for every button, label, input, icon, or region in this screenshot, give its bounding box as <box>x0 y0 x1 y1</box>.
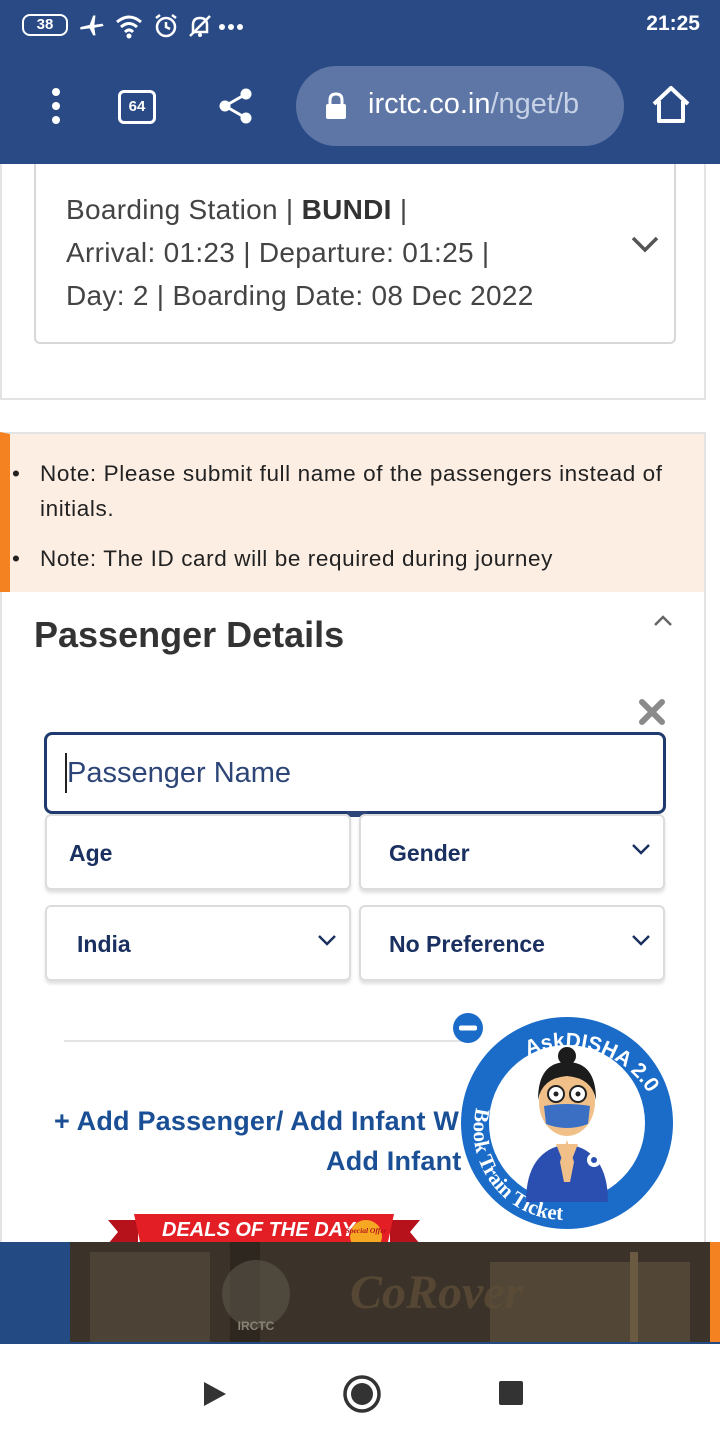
notifications-off-icon <box>189 15 211 37</box>
passenger-name-input[interactable]: Passenger Name <box>44 732 666 817</box>
age-label: Age <box>69 840 113 866</box>
more-notifications-icon <box>219 24 243 30</box>
boarding-station-prefix: Boarding Station | <box>66 194 302 225</box>
boarding-section: Boarding Station | BUNDI | Arrival: 01:2… <box>0 164 706 400</box>
browser-toolbar: 64 irctc.co.in/nget/b <box>0 52 720 164</box>
clock: 21:25 <box>646 12 700 35</box>
corover-watermark: CoRover <box>350 1266 525 1319</box>
recents-icon[interactable] <box>498 1380 524 1406</box>
askdisha-chatbot-button[interactable]: AskDISHA 2.0 Book Train Ticket <box>453 1012 678 1234</box>
arrival-departure-line: Arrival: 01:23 | Departure: 01:25 | <box>66 237 490 268</box>
chevron-up-icon[interactable] <box>652 614 674 628</box>
banner-edge <box>710 1242 720 1342</box>
special-offer-text: Special Offer <box>346 1226 387 1235</box>
askdisha-badge: AskDISHA 2.0 Book Train Ticket <box>461 1017 673 1229</box>
irctc-logo-text: IRCTC <box>238 1319 275 1333</box>
url-host: irctc.co.in <box>368 88 491 120</box>
promo-banner[interactable]: IRCTC CoRover <box>0 1242 720 1344</box>
back-icon[interactable] <box>202 1380 228 1408</box>
nationality-value: India <box>77 931 131 957</box>
battery-indicator: 38 <box>22 14 68 36</box>
url-path: /nget/b <box>490 88 580 120</box>
berth-preference-value: No Preference <box>389 931 545 957</box>
passenger-name-placeholder: Passenger Name <box>67 757 292 789</box>
address-bar[interactable]: irctc.co.in/nget/b <box>296 66 624 146</box>
gender-label: Gender <box>389 840 470 866</box>
berth-preference-select[interactable]: No Preference <box>359 905 665 981</box>
system-navigation-bar <box>0 1344 720 1440</box>
day-date-line: Day: 2 | Boarding Date: 08 Dec 2022 <box>66 280 534 311</box>
chevron-down-icon <box>632 844 650 855</box>
nationality-select[interactable]: India <box>45 905 351 981</box>
boarding-station-name: BUNDI <box>301 194 392 225</box>
gender-select[interactable]: Gender <box>359 814 665 890</box>
age-input[interactable]: Age <box>45 814 351 890</box>
airplane-mode-icon <box>80 15 104 36</box>
chevron-down-icon[interactable] <box>630 234 660 254</box>
section-title: Passenger Details <box>34 614 345 655</box>
bullet-icon: • <box>12 461 21 486</box>
status-bar: 38 21:25 <box>0 0 720 52</box>
share-icon[interactable] <box>216 86 256 126</box>
menu-dots-icon[interactable] <box>38 86 74 126</box>
url-text: irctc.co.in/nget/b <box>368 88 579 121</box>
boarding-station-dropdown[interactable]: Boarding Station | BUNDI | Arrival: 01:2… <box>34 164 676 344</box>
tab-switcher-button[interactable]: 64 <box>118 90 156 124</box>
lock-icon <box>326 92 346 119</box>
divider <box>64 1040 462 1042</box>
note-text: Note: Please submit full name of the pas… <box>40 461 663 521</box>
chevron-down-icon <box>318 935 336 946</box>
boarding-station-line: Boarding Station | BUNDI | <box>66 188 534 231</box>
boarding-station-suffix: | <box>391 194 408 225</box>
banner-photo: IRCTC CoRover <box>70 1242 710 1342</box>
bullet-icon: • <box>12 546 21 571</box>
add-passenger-link[interactable]: + Add Passenger/ Add Infant W <box>54 1106 459 1137</box>
note-text: Note: The ID card will be required durin… <box>40 546 553 571</box>
alarm-icon <box>155 14 177 38</box>
boarding-info: Boarding Station | BUNDI | Arrival: 01:2… <box>66 188 534 317</box>
close-icon[interactable] <box>638 698 666 726</box>
minimize-chatbot-icon[interactable] <box>452 1012 484 1044</box>
home-icon[interactable] <box>650 84 692 126</box>
chevron-down-icon <box>632 935 650 946</box>
wifi-icon <box>116 15 142 39</box>
home-button-icon[interactable] <box>342 1374 382 1414</box>
deals-label: DEALS OF THE DAY <box>162 1219 357 1241</box>
banner-image: IRCTC CoRover <box>70 1242 710 1342</box>
notes-box: • Note: Please submit full name of the p… <box>0 432 706 592</box>
add-infant-link[interactable]: Add Infant <box>326 1146 461 1177</box>
